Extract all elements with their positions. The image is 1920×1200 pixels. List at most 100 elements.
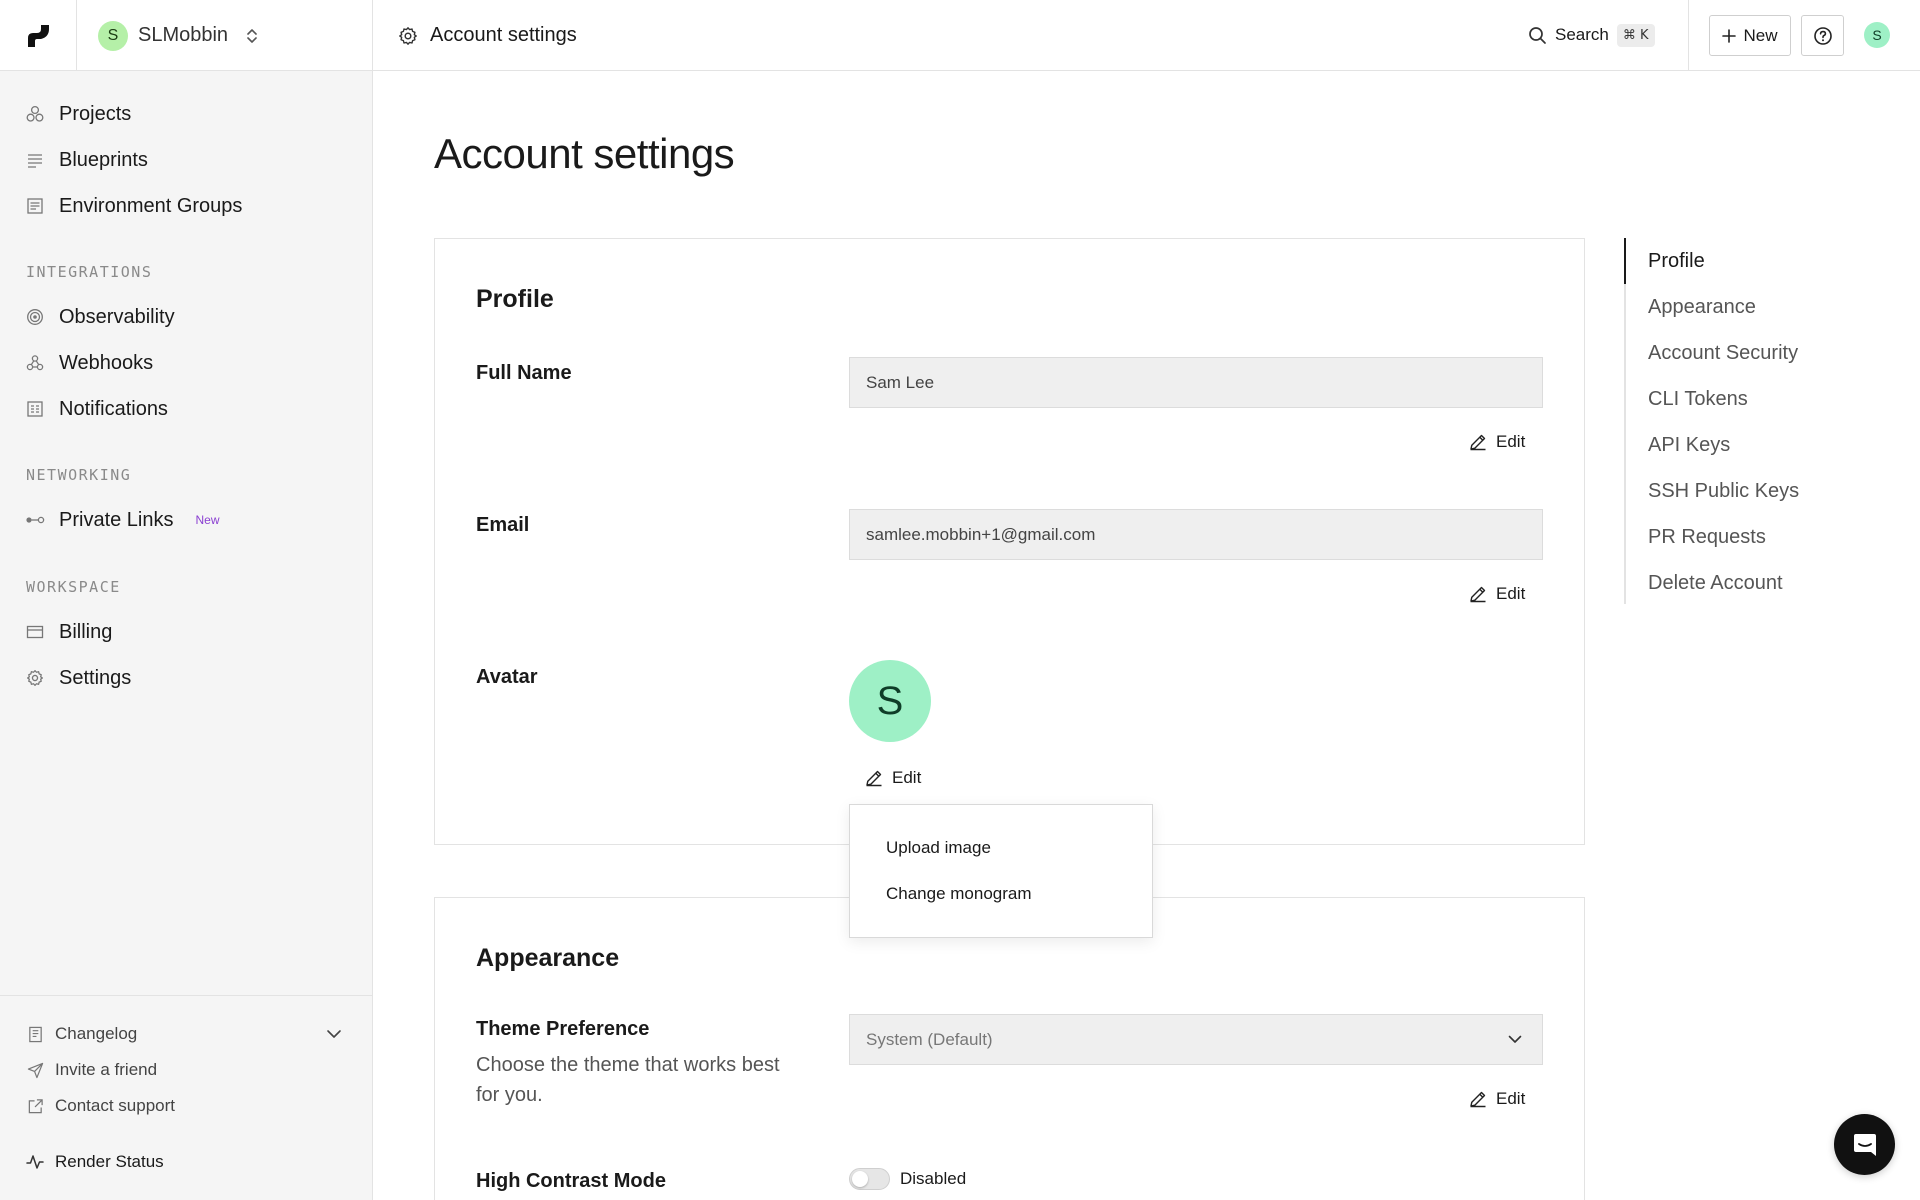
user-avatar[interactable]: S xyxy=(1864,22,1890,48)
edit-avatar-button[interactable]: Edit xyxy=(865,768,921,788)
theme-preference-label: Theme Preference xyxy=(476,1018,650,1040)
activity-icon xyxy=(25,1152,45,1172)
render-status-label: Render Status xyxy=(55,1152,164,1171)
section-title-workspace: WORKSPACE xyxy=(26,578,121,596)
edit-label: Edit xyxy=(1496,1089,1526,1108)
theme-preference-description: Choose the theme that works best for you… xyxy=(476,1054,780,1106)
toc-item-appearance[interactable]: Appearance xyxy=(1648,296,1756,319)
support-chat-button[interactable] xyxy=(1834,1114,1895,1175)
toc-item-pr-requests[interactable]: PR Requests xyxy=(1648,526,1766,549)
email-label: Email xyxy=(476,514,530,536)
change-monogram-option[interactable]: Change monogram xyxy=(886,884,1032,904)
billing-icon xyxy=(25,622,45,642)
workspace-name: SLMobbin xyxy=(138,24,229,46)
sidebar-footer-divider xyxy=(0,995,372,996)
edit-full-name-button[interactable]: Edit xyxy=(1469,432,1525,452)
sidebar-item-environment-groups[interactable]: Environment Groups xyxy=(25,189,242,223)
sidebar-item-changelog[interactable]: Changelog xyxy=(25,1020,137,1048)
sidebar-item-billing[interactable]: Billing xyxy=(25,615,112,649)
chevron-up-down-icon xyxy=(246,27,258,45)
high-contrast-label: High Contrast Mode xyxy=(476,1170,666,1192)
private-links-icon xyxy=(25,510,45,530)
toc-item-api-keys[interactable]: API Keys xyxy=(1648,434,1730,457)
sidebar-item-webhooks[interactable]: Webhooks xyxy=(25,346,153,380)
sidebar-item-observability[interactable]: Observability xyxy=(25,300,175,334)
sidebar-item-label: Private Links xyxy=(59,508,174,531)
blueprints-icon xyxy=(25,150,45,170)
toc-active-indicator xyxy=(1624,238,1626,284)
page-title: Account settings xyxy=(434,130,735,177)
full-name-label: Full Name xyxy=(476,362,572,384)
toc-item-profile[interactable]: Profile xyxy=(1648,250,1705,273)
sidebar-item-label: Blueprints xyxy=(59,148,148,171)
plus-icon xyxy=(1722,28,1737,43)
toc-item-cli-tokens[interactable]: CLI Tokens xyxy=(1648,388,1748,411)
theme-select[interactable]: System (Default) xyxy=(849,1014,1543,1065)
appearance-card: Appearance Theme Preference Choose the t… xyxy=(434,897,1585,1200)
pencil-icon xyxy=(1469,433,1487,451)
edit-email-button[interactable]: Edit xyxy=(1469,584,1525,604)
sidebar-item-label: Invite a friend xyxy=(55,1060,158,1079)
search-label: Search xyxy=(1555,25,1609,44)
render-status-link[interactable]: Render Status xyxy=(25,1148,164,1176)
appearance-section-title: Appearance xyxy=(476,944,620,972)
high-contrast-toggle[interactable] xyxy=(849,1168,890,1190)
sidebar-item-blueprints[interactable]: Blueprints xyxy=(25,143,148,177)
section-title-integrations: INTEGRATIONS xyxy=(26,263,153,281)
toc-item-ssh-public-keys[interactable]: SSH Public Keys xyxy=(1648,480,1799,503)
footer-collapse-button[interactable] xyxy=(326,1029,342,1039)
sidebar-item-notifications[interactable]: Notifications xyxy=(25,392,168,426)
sidebar-item-label: Changelog xyxy=(55,1024,138,1043)
topbar-divider xyxy=(1688,0,1689,71)
sidebar-item-label: Projects xyxy=(59,102,132,125)
email-input[interactable] xyxy=(849,509,1543,560)
observability-icon xyxy=(25,307,45,327)
edit-label: Edit xyxy=(1496,584,1526,603)
new-button[interactable]: New xyxy=(1709,15,1791,56)
edit-theme-button[interactable]: Edit xyxy=(1469,1089,1525,1109)
profile-avatar[interactable]: S xyxy=(849,660,931,742)
chevron-down-icon xyxy=(326,1029,342,1039)
new-button-label: New xyxy=(1743,25,1778,45)
render-logo[interactable] xyxy=(0,0,77,71)
sidebar-item-contact-support[interactable]: Contact support xyxy=(25,1092,175,1120)
sidebar: Projects Blueprints Environment Groups I… xyxy=(0,71,373,1200)
upload-image-option[interactable]: Upload image xyxy=(886,838,991,858)
theme-select-value: System (Default) xyxy=(866,1029,993,1049)
full-name-input[interactable] xyxy=(849,357,1543,408)
sidebar-item-private-links[interactable]: Private Links New xyxy=(25,503,220,537)
avatar-edit-menu: Upload image Change monogram xyxy=(849,804,1153,938)
chat-icon xyxy=(1851,1131,1879,1159)
search-icon xyxy=(1528,26,1547,45)
sidebar-item-label: Notifications xyxy=(59,397,168,420)
settings-icon xyxy=(25,668,45,688)
sidebar-item-invite[interactable]: Invite a friend xyxy=(25,1056,157,1084)
avatar-label: Avatar xyxy=(476,666,538,688)
workspace-switcher[interactable]: S SLMobbin xyxy=(77,0,373,71)
high-contrast-state: Disabled xyxy=(900,1169,967,1188)
toc-item-delete-account[interactable]: Delete Account xyxy=(1648,572,1783,595)
help-icon xyxy=(1813,26,1833,46)
sidebar-item-label: Billing xyxy=(59,620,113,643)
breadcrumb-label: Account settings xyxy=(430,24,577,46)
logo-icon xyxy=(28,24,49,47)
pencil-icon xyxy=(1469,585,1487,603)
sidebar-item-label: Webhooks xyxy=(59,351,154,374)
pencil-icon xyxy=(865,769,883,787)
gear-icon xyxy=(398,26,418,46)
breadcrumb: Account settings xyxy=(398,0,577,71)
sidebar-item-settings[interactable]: Settings xyxy=(25,661,131,695)
external-link-icon xyxy=(25,1096,45,1116)
sidebar-item-projects[interactable]: Projects xyxy=(25,97,131,131)
help-button[interactable] xyxy=(1801,15,1844,56)
sidebar-item-label: Settings xyxy=(59,666,132,689)
notifications-icon xyxy=(25,399,45,419)
pencil-icon xyxy=(1469,1090,1487,1108)
edit-label: Edit xyxy=(1496,432,1526,451)
profile-section-title: Profile xyxy=(476,285,554,313)
search-button[interactable]: Search ⌘ K xyxy=(1528,20,1655,50)
sidebar-item-label: Environment Groups xyxy=(59,194,243,217)
changelog-icon xyxy=(25,1024,45,1044)
workspace-avatar: S xyxy=(98,20,128,51)
toc-item-account-security[interactable]: Account Security xyxy=(1648,342,1798,365)
